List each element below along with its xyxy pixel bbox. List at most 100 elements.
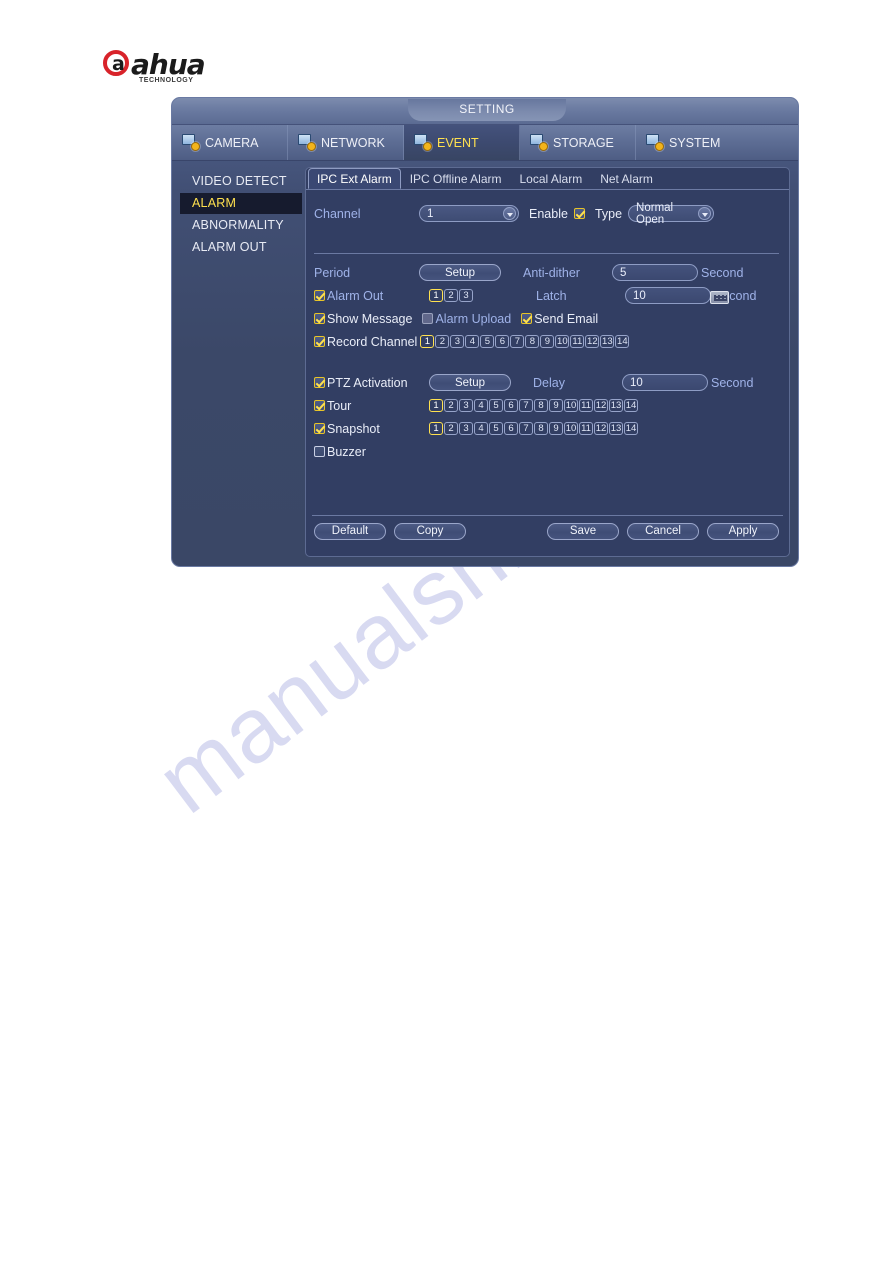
tab-net-alarm[interactable]: Net Alarm (591, 168, 662, 189)
sidebar-item-alarm[interactable]: ALARM (180, 193, 302, 214)
apply-button[interactable]: Apply (707, 522, 779, 540)
tour-group[interactable]: Tour (314, 399, 419, 413)
channel-box[interactable]: 11 (570, 335, 585, 348)
channel-box[interactable]: 1 (429, 422, 443, 435)
ptz-label: PTZ Activation (327, 375, 408, 390)
channel-box[interactable]: 9 (540, 335, 555, 348)
channel-box[interactable]: 7 (510, 335, 525, 348)
channel-box[interactable]: 7 (519, 399, 533, 412)
record-channel-group[interactable]: Record Channel (314, 335, 417, 349)
show-message-group[interactable]: Show Message (314, 312, 412, 326)
event-gear-icon (414, 134, 432, 151)
channel-box[interactable]: 12 (594, 399, 608, 412)
send-email-group[interactable]: Send Email (521, 312, 598, 326)
delay-input[interactable]: 10 (622, 374, 708, 391)
channel-box[interactable]: 9 (549, 399, 563, 412)
alarm-out-channel-list: 1 2 3 (429, 289, 473, 302)
latch-unit: Second (710, 289, 756, 304)
tab-ipc-ext-alarm[interactable]: IPC Ext Alarm (308, 168, 401, 189)
channel-box[interactable]: 8 (525, 335, 540, 348)
channel-box[interactable]: 3 (459, 422, 473, 435)
channel-box[interactable]: 2 (444, 399, 458, 412)
channel-box[interactable]: 14 (615, 335, 630, 348)
channel-box[interactable]: 13 (609, 399, 623, 412)
sidebar-item-alarm-out[interactable]: ALARM OUT (180, 237, 302, 258)
alarm-type-tabs: IPC Ext Alarm IPC Offline Alarm Local Al… (306, 168, 789, 190)
record-channel-list: 1 2 3 4 5 6 7 8 9 10 11 12 13 14 (420, 335, 630, 348)
latch-label: Latch (536, 288, 567, 303)
channel-box[interactable]: 8 (534, 399, 548, 412)
channel-box[interactable]: 10 (564, 399, 578, 412)
send-email-checkbox[interactable] (521, 313, 533, 324)
tab-system[interactable]: SYSTEM (636, 125, 752, 160)
buzzer-group[interactable]: Buzzer (314, 445, 366, 459)
latch-input[interactable]: 10 (625, 287, 711, 304)
default-button[interactable]: Default (314, 522, 386, 540)
cancel-button[interactable]: Cancel (627, 522, 699, 540)
tab-network[interactable]: NETWORK (288, 125, 404, 160)
channel-box[interactable]: 12 (594, 422, 608, 435)
channel-box[interactable]: 13 (600, 335, 615, 348)
channel-box[interactable]: 4 (474, 422, 488, 435)
channel-box[interactable]: 13 (609, 422, 623, 435)
type-select[interactable]: Normal Open (628, 202, 715, 226)
sidebar-item-video-detect[interactable]: VIDEO DETECT (180, 171, 302, 192)
alarm-out-channel[interactable]: 2 (444, 289, 458, 302)
virtual-keyboard-icon[interactable] (710, 290, 729, 304)
snapshot-row: Snapshot 1 2 3 4 5 6 7 8 9 10 11 12 13 14 (314, 417, 779, 440)
ptz-setup-button[interactable]: Setup (429, 374, 511, 391)
channel-box[interactable]: 6 (504, 399, 518, 412)
channel-box[interactable]: 7 (519, 422, 533, 435)
channel-box[interactable]: 6 (495, 335, 510, 348)
tab-local-alarm[interactable]: Local Alarm (511, 168, 592, 189)
alarm-upload-checkbox[interactable] (422, 313, 434, 324)
tab-camera[interactable]: CAMERA (172, 125, 288, 160)
ptz-group[interactable]: PTZ Activation (314, 376, 419, 390)
channel-box[interactable]: 6 (504, 422, 518, 435)
channel-box[interactable]: 10 (564, 422, 578, 435)
alarm-out-channel[interactable]: 1 (429, 289, 443, 302)
tab-ipc-offline-alarm[interactable]: IPC Offline Alarm (401, 168, 511, 189)
copy-button[interactable]: Copy (394, 522, 466, 540)
snapshot-group[interactable]: Snapshot (314, 422, 419, 436)
tour-checkbox[interactable] (314, 400, 325, 411)
channel-box[interactable]: 2 (435, 335, 450, 348)
channel-box[interactable]: 11 (579, 422, 593, 435)
channel-box[interactable]: 14 (624, 399, 638, 412)
channel-box[interactable]: 4 (474, 399, 488, 412)
channel-box[interactable]: 14 (624, 422, 638, 435)
tab-storage-label: STORAGE (553, 135, 614, 150)
channel-box[interactable]: 5 (480, 335, 495, 348)
alarm-out-checkbox[interactable] (314, 290, 325, 301)
alarm-out-checkbox-group[interactable]: Alarm Out (314, 289, 419, 303)
tab-event[interactable]: EVENT (404, 125, 520, 160)
show-message-checkbox[interactable] (314, 313, 325, 324)
channel-box[interactable]: 12 (585, 335, 600, 348)
ptz-checkbox[interactable] (314, 377, 325, 388)
sidebar-item-abnormality[interactable]: ABNORMALITY (180, 215, 302, 236)
save-button[interactable]: Save (547, 522, 619, 540)
period-setup-button[interactable]: Setup (419, 264, 501, 281)
snapshot-checkbox[interactable] (314, 423, 325, 434)
enable-checkbox[interactable] (573, 208, 585, 219)
channel-box[interactable]: 10 (555, 335, 570, 348)
channel-box[interactable]: 8 (534, 422, 548, 435)
channel-box[interactable]: 3 (450, 335, 465, 348)
alarm-upload-group[interactable]: Alarm Upload (422, 312, 511, 326)
record-channel-checkbox[interactable] (314, 336, 325, 347)
channel-box[interactable]: 5 (489, 399, 503, 412)
channel-box[interactable]: 1 (429, 399, 443, 412)
channel-select[interactable]: 1 (419, 205, 519, 222)
alarm-out-channel[interactable]: 3 (459, 289, 473, 302)
channel-box[interactable]: 4 (465, 335, 480, 348)
tab-storage[interactable]: STORAGE (520, 125, 636, 160)
channel-box[interactable]: 1 (420, 335, 435, 348)
buzzer-checkbox[interactable] (314, 446, 325, 457)
channel-box[interactable]: 5 (489, 422, 503, 435)
channel-box[interactable]: 9 (549, 422, 563, 435)
antidither-input[interactable]: 5 (612, 264, 698, 281)
channel-box[interactable]: 11 (579, 399, 593, 412)
logo-tagline: TECHNOLOGY (139, 77, 194, 84)
channel-box[interactable]: 2 (444, 422, 458, 435)
channel-box[interactable]: 3 (459, 399, 473, 412)
